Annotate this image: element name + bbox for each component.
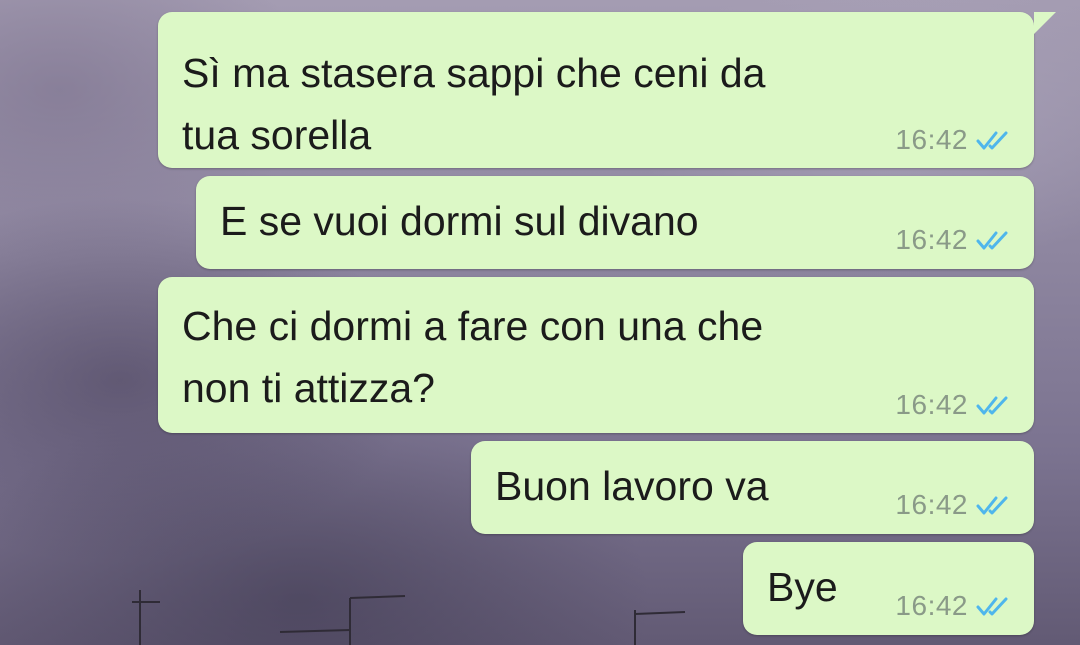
message-text-line: Buon lavoro va: [495, 463, 769, 509]
message-meta: 16:42: [895, 389, 1014, 421]
message-time: 16:42: [895, 124, 968, 155]
double-check-read-icon: [976, 597, 1008, 616]
message-time: 16:42: [895, 224, 968, 255]
message-text-line: Bye: [767, 564, 838, 610]
double-check-read-icon: [976, 496, 1008, 515]
message-text-line: E se vuoi dormi sul divano: [220, 198, 699, 244]
message-bubble[interactable]: Buon lavoro va 16:42: [471, 441, 1034, 534]
bubble-tail: [1034, 12, 1056, 34]
message-text-line: Sì ma stasera sappi che ceni da: [182, 50, 766, 96]
message-meta: 16:42: [895, 224, 1014, 256]
double-check-read-icon: [976, 396, 1008, 415]
message-bubble[interactable]: Che ci dormi a fare con una che non ti a…: [158, 277, 1034, 433]
double-check-read-icon: [976, 231, 1008, 250]
message-time: 16:42: [895, 389, 968, 420]
message-meta: 16:42: [895, 124, 1014, 156]
message-bubble[interactable]: E se vuoi dormi sul divano 16:42: [196, 176, 1034, 269]
message-text-line: Che ci dormi a fare con una che: [182, 303, 764, 349]
message-bubble[interactable]: Sì ma stasera sappi che ceni da tua sore…: [158, 12, 1056, 168]
message-text-line: non ti attizza?: [182, 365, 435, 411]
message-meta: 16:42: [895, 489, 1014, 521]
message-time: 16:42: [895, 590, 968, 621]
message-meta: 16:42: [895, 590, 1014, 622]
message-text-line: tua sorella: [182, 112, 372, 158]
rooftop-antenna-image: [132, 590, 686, 645]
message-bubble[interactable]: Bye 16:42: [743, 542, 1034, 635]
message-time: 16:42: [895, 489, 968, 520]
double-check-read-icon: [976, 131, 1008, 150]
